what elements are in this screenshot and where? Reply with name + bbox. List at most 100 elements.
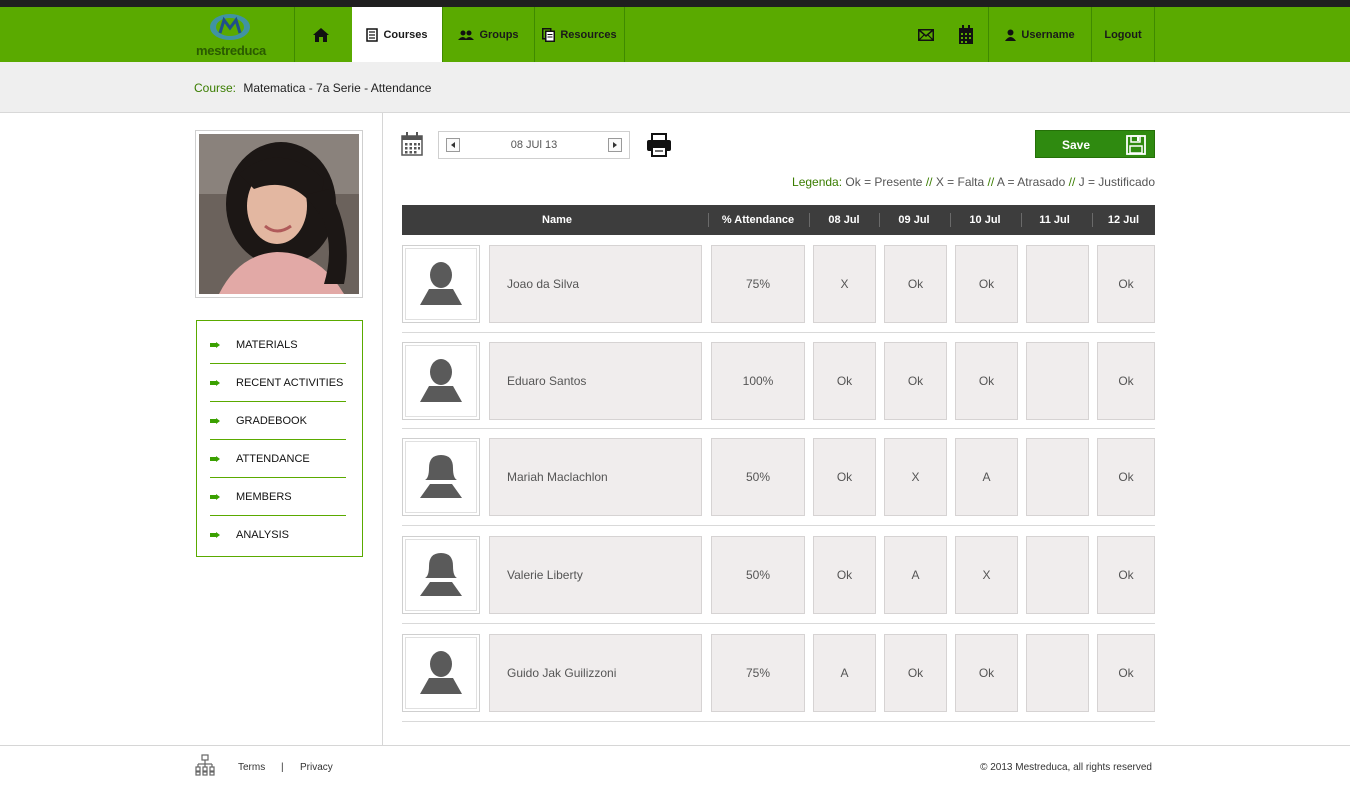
legend-separator: // — [925, 175, 933, 189]
privacy-link[interactable]: Privacy — [300, 762, 333, 773]
attendance-cell[interactable]: Ok — [884, 634, 947, 712]
breadcrumb-label: Course: — [194, 81, 237, 95]
pages-icon — [542, 27, 556, 42]
attendance-cell[interactable]: Ok — [955, 634, 1018, 712]
attendance-cell[interactable]: Ok — [884, 342, 947, 420]
attendance-cell[interactable]: Ok — [1097, 438, 1155, 516]
table-row: Joao da Silva 75% X Ok Ok Ok — [402, 245, 1155, 323]
nav-groups-label: Groups — [479, 28, 519, 41]
breadcrumb: Course: Matematica - 7a Serie - Attendan… — [194, 81, 431, 95]
legend-x: X = Falta — [935, 175, 985, 189]
nav-resources-label: Resources — [560, 28, 617, 41]
attendance-cell[interactable]: X — [884, 438, 947, 516]
header-day-5: 12 Jul — [1107, 214, 1140, 226]
sidebar-item-analysis[interactable]: ANALYSIS — [210, 516, 346, 554]
sidebar-item-label: ANALYSIS — [236, 529, 289, 541]
table-row: Eduaro Santos 100% Ok Ok Ok Ok — [402, 342, 1155, 420]
attendance-cell[interactable]: Ok — [1097, 342, 1155, 420]
floppy-disk-icon — [1126, 135, 1146, 155]
nav-courses[interactable]: Courses — [352, 7, 442, 62]
legend-j: J = Justificado — [1078, 175, 1155, 189]
users-icon — [458, 30, 475, 40]
row-divider — [402, 428, 1155, 429]
nav-home[interactable] — [294, 7, 352, 62]
logout-button[interactable]: Logout — [1091, 7, 1155, 62]
attendance-cell[interactable]: A — [884, 536, 947, 614]
sidebar-item-label: ATTENDANCE — [236, 452, 310, 465]
nav-mail[interactable] — [908, 7, 948, 62]
attendance-cell[interactable] — [1026, 438, 1089, 516]
nav-groups[interactable]: Groups — [442, 7, 534, 62]
attendance-cell[interactable]: Ok — [1097, 536, 1155, 614]
attendance-table-header: Name % Attendance 08 Jul 09 Jul 10 Jul 1… — [402, 205, 1155, 235]
nav-resources[interactable]: Resources — [534, 7, 625, 62]
arrow-right-icon — [210, 455, 220, 462]
next-date-button[interactable] — [608, 138, 622, 152]
student-name[interactable]: Valerie Liberty — [489, 536, 702, 614]
sidebar-item-gradebook[interactable]: GRADEBOOK — [210, 402, 346, 440]
sidebar-menu: MATERIALS RECENT ACTIVITIES GRADEBOOK AT… — [196, 320, 363, 557]
attendance-cell[interactable] — [1026, 342, 1089, 420]
student-name[interactable]: Joao da Silva — [489, 245, 702, 323]
attendance-cell[interactable]: X — [955, 536, 1018, 614]
profile-image — [199, 134, 359, 294]
student-name[interactable]: Eduaro Santos — [489, 342, 702, 420]
attendance-percent: 50% — [711, 536, 805, 614]
calendar-icon — [958, 24, 973, 44]
sidebar-item-label: MEMBERS — [236, 490, 292, 503]
sidebar-item-attendance[interactable]: ATTENDANCE — [210, 440, 346, 478]
attendance-cell[interactable] — [1026, 536, 1089, 614]
terms-link[interactable]: Terms — [238, 762, 265, 773]
student-name[interactable]: Mariah Maclachlon — [489, 438, 702, 516]
home-icon — [313, 27, 329, 42]
attendance-cell[interactable]: Ok — [813, 536, 876, 614]
logo[interactable]: mestreduca — [196, 7, 294, 62]
attendance-cell[interactable]: Ok — [955, 342, 1018, 420]
nav-calendar[interactable] — [948, 7, 988, 62]
attendance-cell[interactable]: A — [813, 634, 876, 712]
chevron-right-icon — [613, 142, 617, 148]
breadcrumb-value: Matematica - 7a Serie - Attendance — [243, 81, 432, 95]
attendance-cell[interactable]: Ok — [1097, 245, 1155, 323]
attendance-cell[interactable]: Ok — [884, 245, 947, 323]
student-avatar — [402, 342, 480, 420]
calendar-icon[interactable] — [401, 132, 423, 156]
female-avatar-icon — [420, 455, 462, 498]
sidebar-item-members[interactable]: MEMBERS — [210, 478, 346, 516]
attendance-cell[interactable]: Ok — [813, 342, 876, 420]
female-avatar-icon — [420, 553, 462, 596]
student-avatar — [402, 634, 480, 712]
table-row: Mariah Maclachlon 50% Ok X A Ok — [402, 438, 1155, 516]
attendance-cell[interactable]: X — [813, 245, 876, 323]
student-avatar — [402, 245, 480, 323]
top-border — [0, 0, 1350, 7]
sidebar-item-materials[interactable]: MATERIALS — [210, 326, 346, 364]
avatar-frame — [405, 441, 477, 513]
print-icon[interactable] — [646, 133, 672, 157]
logo-wordmark: mestreduca — [196, 43, 266, 58]
legend: Legenda: Ok = Presente // X = Falta // A… — [792, 175, 1155, 189]
avatar-frame — [405, 539, 477, 611]
attendance-cell[interactable]: Ok — [813, 438, 876, 516]
attendance-cell[interactable] — [1026, 245, 1089, 323]
sitemap-icon[interactable] — [195, 754, 215, 776]
date-picker: 08 JUl 13 — [438, 131, 630, 159]
attendance-cell[interactable]: A — [955, 438, 1018, 516]
footer-divider — [0, 745, 1350, 746]
row-divider — [402, 525, 1155, 526]
save-button[interactable]: Save — [1035, 130, 1155, 158]
attendance-cell[interactable]: Ok — [955, 245, 1018, 323]
nav-user[interactable]: Username — [988, 7, 1091, 62]
avatar-frame — [405, 345, 477, 417]
header-attendance: % Attendance — [721, 214, 795, 226]
arrow-right-icon — [210, 379, 220, 386]
table-row: Guido Jak Guilizzoni 75% A Ok Ok Ok — [402, 634, 1155, 712]
legend-ok: Ok = Presente — [845, 175, 923, 189]
student-name[interactable]: Guido Jak Guilizzoni — [489, 634, 702, 712]
attendance-cell[interactable] — [1026, 634, 1089, 712]
header-day-1: 08 Jul — [828, 214, 860, 226]
attendance-percent: 100% — [711, 342, 805, 420]
avatar-frame — [405, 248, 477, 320]
attendance-cell[interactable]: Ok — [1097, 634, 1155, 712]
sidebar-item-recent-activities[interactable]: RECENT ACTIVITIES — [210, 364, 346, 402]
